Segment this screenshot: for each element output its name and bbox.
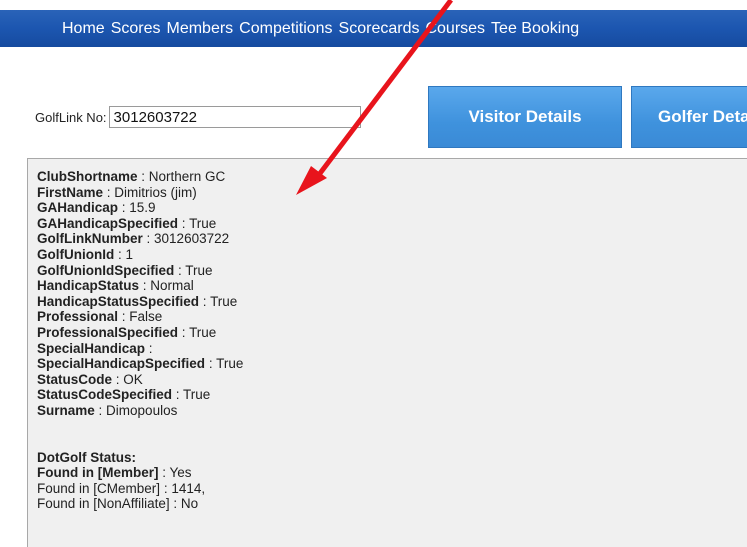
detail-separator: : — [174, 262, 186, 278]
golflink-row: GolfLink No: — [35, 103, 361, 131]
detail-key: ProfessionalSpecified — [37, 324, 179, 340]
detail-row-golfunionidspecified: GolfUnionIdSpecified : True — [37, 263, 747, 279]
detail-value: Normal — [150, 278, 194, 294]
detail-value: True — [183, 387, 211, 403]
detail-key: FirstName — [37, 184, 104, 200]
golfer-details-button[interactable]: Golfer Details — [631, 86, 747, 148]
detail-separator: : — [172, 387, 184, 403]
top-nav-bar: Home Scores Members Competitions Scorecards C… — [0, 10, 747, 47]
detail-row-firstname: FirstName : Dimitrios (jim) — [37, 185, 747, 201]
detail-value: Northern GC — [148, 169, 226, 184]
nav-item-courses[interactable]: Courses — [425, 20, 485, 38]
detail-value: 3012603722 — [154, 231, 230, 247]
detail-separator: : — [118, 309, 130, 325]
dotgolf-key: Found in [NonAffiliate] — [37, 496, 170, 512]
detail-key: StatusCode — [37, 371, 113, 387]
detail-separator: : — [145, 340, 153, 356]
detail-key: GolfUnionIdSpecified — [37, 262, 175, 278]
detail-row-gahandicapspecified: GAHandicapSpecified : True — [37, 216, 747, 232]
detail-row-gahandicap: GAHandicap : 15.9 — [37, 200, 747, 216]
detail-value: True — [189, 324, 217, 340]
details-list: ClubShortname : Northern GC FirstName : D… — [37, 169, 747, 419]
nav-item-members[interactable]: Members — [166, 20, 233, 38]
detail-value: True — [216, 356, 244, 372]
detail-value: False — [129, 309, 163, 325]
detail-value: True — [189, 215, 217, 231]
golflink-input[interactable] — [108, 106, 361, 128]
detail-separator: : — [139, 278, 151, 294]
nav-item-competitions[interactable]: Competitions — [239, 20, 332, 38]
detail-key: Professional — [37, 309, 119, 325]
detail-row-specialhandicap: SpecialHandicap : — [37, 341, 747, 357]
detail-separator: : — [94, 402, 107, 418]
golflink-label: GolfLink No: — [35, 109, 107, 125]
detail-key: HandicapStatusSpecified — [37, 293, 200, 309]
detail-row-golflinknumber: GolfLinkNumber : 3012603722 — [37, 231, 747, 247]
detail-key: SpecialHandicap — [37, 340, 146, 356]
dotgolf-separator: : — [160, 480, 172, 496]
detail-key: HandicapStatus — [37, 278, 140, 294]
detail-row-specialhandicapspecified: SpecialHandicapSpecified : True — [37, 356, 747, 372]
details-panel: ClubShortname : Northern GC FirstName : D… — [27, 158, 747, 547]
detail-value: 15.9 — [129, 200, 156, 216]
dotgolf-key: Found in [CMember] — [37, 480, 161, 496]
visitor-details-button[interactable]: Visitor Details — [428, 86, 622, 148]
detail-separator: : — [178, 324, 190, 340]
detail-separator: : — [199, 293, 211, 309]
detail-separator: : — [118, 200, 130, 216]
detail-value: OK — [123, 371, 143, 387]
detail-row-clubshortname: ClubShortname : Northern GC — [37, 169, 747, 185]
detail-key: GolfUnionId — [37, 246, 115, 262]
detail-separator: : — [114, 246, 126, 262]
detail-separator: : — [103, 184, 115, 200]
detail-row-golfunionid: GolfUnionId : 1 — [37, 247, 747, 263]
dotgolf-value: 1414, — [171, 480, 206, 496]
detail-row-professionalspecified: ProfessionalSpecified : True — [37, 325, 747, 341]
detail-row-surname: Surname : Dimopoulos — [37, 403, 747, 419]
detail-key: StatusCodeSpecified — [37, 387, 173, 403]
dotgolf-separator: : — [158, 465, 170, 481]
dotgolf-status-title: DotGolf Status: — [37, 449, 136, 465]
detail-separator: : — [112, 371, 124, 387]
dotgolf-row-found-in-nonaffiliate: Found in [NonAffiliate] : No — [37, 496, 747, 512]
detail-key: GAHandicap — [37, 200, 119, 216]
detail-key: Surname — [37, 402, 95, 418]
detail-row-handicapstatus: HandicapStatus : Normal — [37, 278, 747, 294]
detail-row-handicapstatusspecified: HandicapStatusSpecified : True — [37, 294, 747, 310]
detail-separator: : — [178, 215, 190, 231]
dotgolf-separator: : — [169, 496, 181, 512]
detail-key: ClubShortname — [37, 169, 138, 184]
dotgolf-value: No — [180, 496, 199, 512]
detail-row-professional: Professional : False — [37, 309, 747, 325]
dotgolf-list: Found in [Member] : Yes Found in [CMember… — [37, 465, 747, 512]
detail-value: Dimitrios (jim) — [114, 184, 197, 200]
detail-key: GAHandicapSpecified — [37, 215, 179, 231]
detail-row-statuscode: StatusCode : OK — [37, 372, 747, 388]
dotgolf-key: Found in [Member] — [37, 465, 159, 481]
nav-item-home[interactable]: Home — [62, 20, 105, 38]
detail-row-statuscodespecified: StatusCodeSpecified : True — [37, 387, 747, 403]
detail-value: True — [185, 262, 213, 278]
dotgolf-value: Yes — [169, 465, 192, 481]
dotgolf-row-found-in-member: Found in [Member] : Yes — [37, 465, 747, 481]
dotgolf-row-found-in-cmember: Found in [CMember] : 1414, — [37, 481, 747, 497]
detail-separator: : — [142, 231, 155, 247]
page: Home Scores Members Competitions Scorecards C… — [0, 0, 747, 547]
nav-item-scorecards[interactable]: Scorecards — [339, 20, 420, 38]
nav-item-scores[interactable]: Scores — [111, 20, 161, 38]
detail-key: GolfLinkNumber — [37, 231, 143, 247]
detail-value: True — [210, 293, 238, 309]
detail-key: SpecialHandicapSpecified — [37, 356, 206, 372]
detail-value: 1 — [125, 246, 134, 262]
nav-menu: Home Scores Members Competitions Scorecards C… — [0, 20, 585, 38]
detail-separator: : — [205, 356, 217, 372]
detail-separator: : — [137, 169, 149, 184]
detail-value: Dimopoulos — [106, 402, 178, 418]
nav-item-tee-booking[interactable]: Tee Booking — [491, 20, 579, 38]
